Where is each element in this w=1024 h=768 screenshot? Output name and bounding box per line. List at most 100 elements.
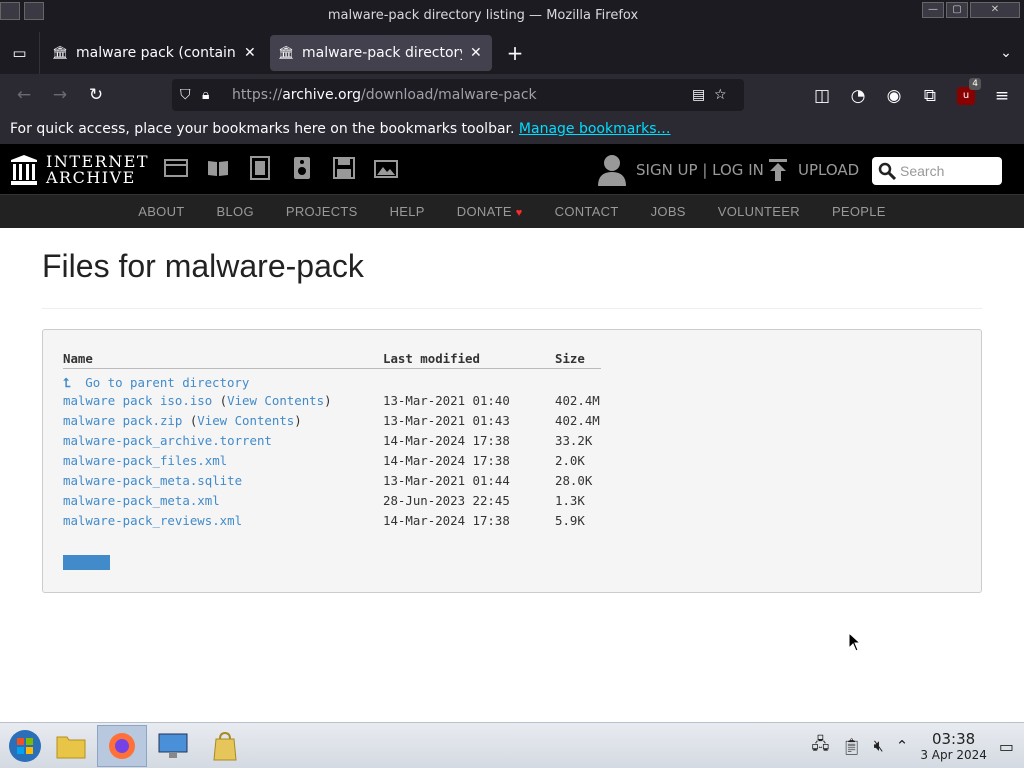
navigation-toolbar: ← → ↻ ⛉ 🔒︎ https://archive.org/download/… bbox=[0, 74, 1024, 116]
bookmark-star-icon[interactable]: ☆ bbox=[714, 87, 736, 103]
ia-search-box[interactable] bbox=[872, 157, 1002, 185]
file-link[interactable]: malware pack.zip bbox=[63, 413, 182, 428]
lock-icon[interactable]: 🔒︎ bbox=[202, 87, 224, 103]
texts-book-icon[interactable] bbox=[206, 156, 230, 180]
table-row: malware-pack_reviews.xml 14-Mar-2024 17:3… bbox=[63, 511, 601, 531]
view-contents-link[interactable]: View Contents bbox=[197, 413, 294, 428]
network-tray-icon[interactable]: 🖧 bbox=[811, 733, 829, 760]
file-link[interactable]: malware-pack_meta.xml bbox=[63, 493, 220, 508]
video-film-icon[interactable] bbox=[248, 156, 272, 180]
ublock-icon[interactable]: u4 bbox=[952, 78, 981, 112]
table-row: malware-pack_meta.xml 28-Jun-2023 22:45 1.… bbox=[63, 491, 601, 511]
column-header-name: Name bbox=[63, 350, 383, 369]
table-row: malware-pack_files.xml 14-Mar-2024 17:38 2… bbox=[63, 451, 601, 471]
view-contents-link[interactable]: View Contents bbox=[227, 393, 324, 408]
pocket-icon[interactable]: ◫ bbox=[808, 80, 836, 112]
logo-line-2: ARCHIVE bbox=[46, 168, 136, 187]
close-window-button[interactable]: ✕ bbox=[970, 2, 1020, 18]
extensions-icon[interactable]: ⧉ bbox=[916, 80, 944, 112]
back-button[interactable]: ← bbox=[6, 79, 42, 111]
file-modified-cell: 14-Mar-2024 17:38 bbox=[383, 433, 510, 448]
file-size-cell: 5.9K bbox=[555, 513, 585, 528]
mouse-cursor-icon bbox=[848, 632, 860, 652]
taskbar-file-manager[interactable] bbox=[46, 725, 96, 767]
reader-view-icon[interactable]: ▤ bbox=[692, 87, 714, 103]
images-icon[interactable] bbox=[374, 156, 398, 180]
tab-manager-icon[interactable]: ▭ bbox=[0, 32, 40, 74]
nav-blog[interactable]: BLOG bbox=[201, 195, 270, 228]
account-icon[interactable]: ◉ bbox=[880, 80, 908, 112]
upload-label[interactable]: UPLOAD bbox=[798, 161, 859, 179]
show-desktop-icon[interactable]: ▭ bbox=[999, 737, 1014, 756]
file-name-cell: malware-pack_meta.xml bbox=[63, 491, 383, 511]
manage-bookmarks-link[interactable]: Manage bookmarks… bbox=[519, 121, 671, 137]
directory-listing: Name Last modified Size ⮤ Go to parent d… bbox=[42, 329, 982, 593]
sign-up-login[interactable]: SIGN UP | LOG IN bbox=[598, 154, 764, 186]
tab-malware-pack[interactable]: 🏛 malware pack (contains m ✕ bbox=[44, 35, 266, 71]
file-name-cell: malware-pack_reviews.xml bbox=[63, 511, 383, 531]
url-text[interactable]: https://archive.org/download/malware-pac… bbox=[232, 87, 692, 103]
clock-date: 3 Apr 2024 bbox=[920, 748, 987, 762]
monitor-icon bbox=[158, 733, 188, 758]
url-bar[interactable]: ⛉ 🔒︎ https://archive.org/download/malwar… bbox=[172, 79, 744, 111]
web-icon[interactable] bbox=[164, 156, 188, 180]
tab-title: malware pack (contains m bbox=[76, 45, 236, 61]
file-link[interactable]: malware-pack_files.xml bbox=[63, 453, 227, 468]
audio-speaker-icon[interactable] bbox=[290, 156, 314, 180]
hamburger-menu-icon[interactable]: ≡ bbox=[988, 80, 1016, 112]
taskbar: 🖧 📋︎ 🔇︎ ⌃ 03:38 3 Apr 2024 ▭ bbox=[0, 722, 1024, 768]
start-button[interactable] bbox=[0, 725, 50, 767]
search-input[interactable] bbox=[900, 163, 996, 179]
muted-volume-icon[interactable]: 🔇︎ bbox=[874, 736, 884, 756]
nav-contact[interactable]: CONTACT bbox=[539, 195, 635, 228]
nav-people[interactable]: PEOPLE bbox=[816, 195, 902, 228]
parent-directory-link[interactable]: ⮤ Go to parent directory bbox=[63, 375, 249, 390]
file-link[interactable]: malware-pack_reviews.xml bbox=[63, 513, 242, 528]
new-tab-button[interactable]: + bbox=[500, 41, 530, 65]
column-header-size: Size bbox=[555, 350, 601, 369]
tab-close-icon[interactable]: ✕ bbox=[470, 45, 484, 61]
toolbar-extensions: ◫ ◔ ◉ ⧉ u4 ≡ bbox=[808, 78, 1016, 112]
archive-favicon-icon: 🏛 bbox=[278, 45, 295, 61]
ia-logo[interactable]: INTERNET ARCHIVE bbox=[10, 154, 149, 186]
forward-button[interactable]: → bbox=[42, 79, 78, 111]
nav-donate[interactable]: DONATE ♥ bbox=[441, 195, 539, 228]
system-tray: 🖧 📋︎ 🔇︎ ⌃ 03:38 3 Apr 2024 ▭ bbox=[811, 723, 1024, 768]
clipboard-tray-icon[interactable]: 📋︎ bbox=[841, 737, 861, 756]
page-title: Files for malware-pack bbox=[42, 248, 364, 284]
maximize-button[interactable]: ▢ bbox=[946, 2, 968, 18]
reload-button[interactable]: ↻ bbox=[78, 79, 114, 111]
clock-time: 03:38 bbox=[931, 730, 976, 748]
upload-link[interactable]: UPLOAD bbox=[768, 159, 859, 181]
chevron-up-icon[interactable]: ⌃ bbox=[896, 737, 909, 755]
nav-volunteer[interactable]: VOLUNTEER bbox=[702, 195, 816, 228]
firefox-view-icon[interactable]: ◔ bbox=[844, 80, 872, 112]
tab-directory-listing[interactable]: 🏛 malware-pack directory li ✕ bbox=[270, 35, 492, 71]
shield-icon[interactable]: ⛉ bbox=[180, 87, 202, 103]
taskbar-firefox[interactable] bbox=[97, 725, 147, 767]
sign-up-login-label[interactable]: SIGN UP | LOG IN bbox=[636, 161, 764, 179]
file-name-cell: malware pack.zip (View Contents) bbox=[63, 413, 302, 428]
table-row: malware pack iso.iso (View Contents) 13-M… bbox=[63, 391, 601, 411]
bookmarks-toolbar: For quick access, place your bookmarks h… bbox=[0, 116, 1024, 144]
minimize-button[interactable]: — bbox=[922, 2, 944, 18]
file-link[interactable]: malware-pack_archive.torrent bbox=[63, 433, 272, 448]
nav-jobs[interactable]: JOBS bbox=[635, 195, 702, 228]
folder-icon bbox=[56, 736, 86, 759]
software-floppy-icon[interactable] bbox=[332, 156, 356, 180]
tab-close-icon[interactable]: ✕ bbox=[244, 45, 258, 61]
table-row: malware pack.zip (View Contents) 13-Mar-2… bbox=[63, 411, 601, 431]
blue-button[interactable] bbox=[63, 555, 110, 570]
nav-projects[interactable]: PROJECTS bbox=[270, 195, 374, 228]
divider bbox=[42, 308, 982, 309]
taskbar-archive-app[interactable] bbox=[200, 725, 250, 767]
ia-header: INTERNET ARCHIVE SIGN UP | LOG IN UPLOAD bbox=[0, 144, 1024, 194]
clock[interactable]: 03:38 3 Apr 2024 bbox=[920, 730, 987, 762]
nav-help[interactable]: HELP bbox=[374, 195, 441, 228]
nav-about[interactable]: ABOUT bbox=[122, 195, 200, 228]
file-link[interactable]: malware pack iso.iso bbox=[63, 393, 212, 408]
list-all-tabs-chevron-icon[interactable]: ⌄ bbox=[988, 45, 1024, 61]
file-modified-cell: 28-Jun-2023 22:45 bbox=[383, 493, 510, 508]
file-link[interactable]: malware-pack_meta.sqlite bbox=[63, 473, 242, 488]
taskbar-remote-desktop[interactable] bbox=[148, 725, 198, 767]
